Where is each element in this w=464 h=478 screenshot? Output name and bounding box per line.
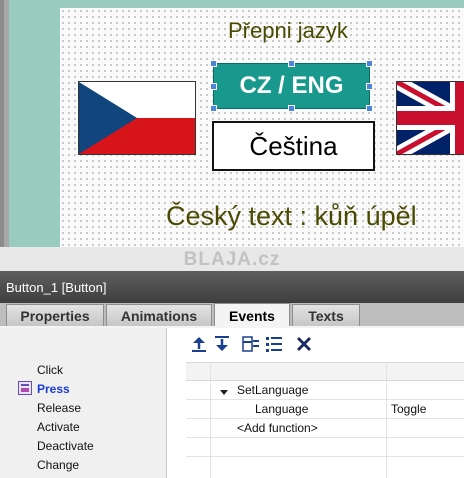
watermark-text: BLAJA.cz (183, 249, 281, 270)
tab-properties[interactable]: Properties (6, 304, 104, 326)
function-grid-header (186, 362, 464, 381)
language-button-selection[interactable]: CZ / ENG (210, 60, 373, 112)
list-icon[interactable] (264, 334, 284, 354)
event-deactivate[interactable]: Deactivate (37, 439, 94, 453)
resize-handle-sw[interactable] (210, 105, 217, 112)
inspector-title: Button_1 [Button] (0, 271, 464, 303)
function-param-value[interactable]: Toggle (391, 402, 426, 416)
czech-flag-image[interactable] (78, 81, 196, 155)
resize-handle-s[interactable] (288, 105, 295, 112)
current-language-field[interactable]: Čeština (212, 121, 375, 171)
resize-handle-se[interactable] (366, 105, 373, 112)
move-up-icon[interactable] (189, 334, 209, 354)
grid-col-divider (386, 362, 387, 478)
event-release[interactable]: Release (37, 401, 81, 415)
event-configured-icon (18, 381, 32, 395)
add-function-row[interactable]: <Add function> (237, 421, 318, 435)
switch-language-label: Přepni jazyk (228, 18, 348, 43)
grid-row-divider (186, 399, 464, 400)
czech-sample-text: Český text : kůň úpěl (166, 201, 417, 231)
expand-arrow-icon[interactable] (219, 384, 229, 395)
tab-texts[interactable]: Texts (292, 304, 360, 326)
event-activate[interactable]: Activate (37, 420, 80, 434)
select-list-icon[interactable] (241, 334, 261, 354)
resize-handle-e[interactable] (366, 83, 373, 90)
move-down-icon[interactable] (212, 334, 232, 354)
tab-events[interactable]: Events (214, 303, 290, 327)
resize-handle-w[interactable] (210, 83, 217, 90)
resize-handle-n[interactable] (288, 60, 295, 67)
event-change[interactable]: Change (37, 458, 79, 472)
delete-icon[interactable] (294, 334, 314, 354)
tab-animations[interactable]: Animations (106, 304, 212, 326)
event-click[interactable]: Click (37, 363, 63, 377)
event-press[interactable]: Press (37, 382, 70, 396)
grid-row-divider (186, 456, 464, 457)
grid-row-divider (186, 418, 464, 419)
grid-col-divider (210, 362, 211, 478)
function-name[interactable]: SetLanguage (237, 383, 308, 397)
uk-flag-image[interactable] (396, 81, 464, 155)
function-param-name: Language (255, 402, 309, 416)
grid-row-divider (186, 437, 464, 438)
cz-eng-toggle-button[interactable]: CZ / ENG (213, 63, 370, 109)
resize-handle-nw[interactable] (210, 60, 217, 67)
event-list (0, 328, 167, 478)
resize-handle-ne[interactable] (366, 60, 373, 67)
